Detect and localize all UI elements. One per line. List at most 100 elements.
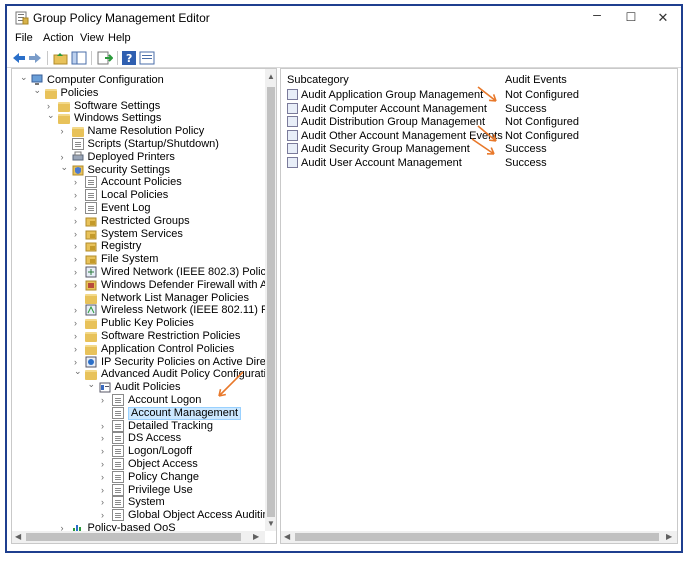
tree-item-label: Audit Policies xyxy=(114,381,181,394)
folder-icon xyxy=(71,127,84,138)
tree-item-label: Software Settings xyxy=(74,99,161,112)
details-horizontal-scrollbar[interactable]: ◀ ▶ xyxy=(281,531,677,543)
expand-chevron-icon[interactable]: › xyxy=(74,176,82,189)
gpme-window: Group Policy Management Editor – ☐ ✕ Fil… xyxy=(5,4,683,553)
expand-chevron-icon[interactable]: › xyxy=(101,445,109,458)
expand-chevron-icon[interactable]: › xyxy=(74,240,82,253)
doc-icon xyxy=(112,406,124,419)
scroll-right-icon[interactable]: ▶ xyxy=(253,532,259,542)
doc-icon xyxy=(112,458,124,470)
table-row[interactable]: Audit Distribution Group Management Not C… xyxy=(281,116,661,129)
table-row[interactable]: Audit Security Group Management Success xyxy=(281,143,661,156)
scroll-left-icon[interactable]: ◀ xyxy=(15,532,21,542)
expand-chevron-icon[interactable]: › xyxy=(74,279,82,292)
scroll-left-icon[interactable]: ◀ xyxy=(284,532,290,542)
tree-item-label: Advanced Audit Policy Configuration xyxy=(101,368,277,381)
minimize-button[interactable]: – xyxy=(585,6,609,22)
expand-chevron-icon[interactable]: › xyxy=(101,484,109,497)
audit-events-cell: Not Configured xyxy=(505,129,579,142)
audit-events-cell: Not Configured xyxy=(505,89,579,101)
console-tree[interactable]: ⌄ Computer Configuration ⌄ Policies › Softwar… xyxy=(11,68,277,544)
subcategory-cell: Audit Application Group Management xyxy=(301,89,484,101)
tree-item-label: Account Policies xyxy=(101,176,182,189)
table-row[interactable]: Audit Other Account Management Events Not… xyxy=(281,129,661,143)
title-bar[interactable]: Group Policy Management Editor – ☐ ✕ xyxy=(7,6,681,30)
folder-icon xyxy=(85,332,97,342)
expand-chevron-icon[interactable]: › xyxy=(101,458,109,471)
folder-icon xyxy=(85,293,97,304)
collapse-chevron-icon[interactable]: ⌄ xyxy=(61,161,69,174)
audit-policy-icon xyxy=(287,102,298,114)
table-row[interactable]: Audit Computer Account Management Success xyxy=(281,102,661,116)
tree-item-label: System Services xyxy=(101,227,183,240)
tree-vertical-scrollbar[interactable]: ▲ ▼ xyxy=(265,69,276,531)
tree-item-label: Policies xyxy=(60,86,99,99)
expand-chevron-icon[interactable]: › xyxy=(74,215,82,228)
collapse-chevron-icon[interactable]: ⌄ xyxy=(47,109,55,122)
tree-item-label: File System xyxy=(101,253,159,266)
tree-item-label: Windows Defender Firewall with Advanced … xyxy=(101,278,276,291)
toolbar: ? xyxy=(7,48,681,68)
maximize-button[interactable]: ☐ xyxy=(619,10,643,26)
details-pane[interactable]: Subcategory Audit Events Audit Applicati… xyxy=(280,68,678,544)
scroll-down-icon[interactable]: ▼ xyxy=(267,519,275,529)
expand-chevron-icon[interactable]: › xyxy=(74,228,82,241)
app-icon xyxy=(15,11,29,25)
tree-horizontal-scrollbar[interactable]: ◀ ▶ xyxy=(12,531,265,543)
ipsec-icon xyxy=(85,356,97,368)
table-row[interactable]: Audit Application Group Management Not Co… xyxy=(281,89,661,102)
tree-item-label: IP Security Policies on Active Directory… xyxy=(101,355,276,368)
table-row[interactable]: Audit User Account Management Success xyxy=(281,156,661,170)
menu-view[interactable]: View xyxy=(80,32,104,44)
forward-arrow-icon[interactable] xyxy=(27,50,43,66)
expand-chevron-icon[interactable]: › xyxy=(61,125,69,138)
collapse-chevron-icon[interactable]: ⌄ xyxy=(88,378,96,391)
expand-chevron-icon[interactable]: › xyxy=(101,432,109,445)
menu-file[interactable]: File xyxy=(15,32,33,44)
collapse-chevron-icon[interactable]: ⌄ xyxy=(34,84,42,97)
scroll-thumb[interactable] xyxy=(267,87,275,517)
show-hide-tree-icon[interactable] xyxy=(71,50,87,66)
scroll-thumb[interactable] xyxy=(295,533,659,541)
expand-chevron-icon[interactable]: › xyxy=(74,266,82,279)
back-arrow-icon[interactable] xyxy=(11,50,27,66)
doc-icon xyxy=(71,138,84,150)
properties-icon[interactable] xyxy=(139,50,155,66)
expand-chevron-icon[interactable]: › xyxy=(101,471,109,484)
tree-item-label: Security Settings xyxy=(87,163,171,176)
audit-events-cell: Not Configured xyxy=(505,116,579,128)
tree-item-label: Detailed Tracking xyxy=(128,419,213,432)
expand-chevron-icon[interactable]: › xyxy=(101,394,109,407)
collapse-chevron-icon[interactable]: ⌄ xyxy=(20,71,28,84)
close-button[interactable]: ✕ xyxy=(651,10,675,26)
expand-chevron-icon[interactable]: › xyxy=(74,317,82,330)
doc-icon xyxy=(112,445,124,458)
lockfolder-icon xyxy=(85,215,97,227)
menu-action[interactable]: Action xyxy=(43,32,74,44)
expand-chevron-icon[interactable]: › xyxy=(74,253,82,266)
up-folder-icon[interactable] xyxy=(53,50,69,66)
column-header-audit-events[interactable]: Audit Events xyxy=(505,74,567,86)
folder-icon xyxy=(85,319,97,330)
menu-help[interactable]: Help xyxy=(108,32,131,44)
tree-item-label: Deployed Printers xyxy=(87,150,175,163)
lockfolder-icon xyxy=(85,240,97,252)
network-icon xyxy=(85,266,97,278)
expand-chevron-icon[interactable]: › xyxy=(101,509,109,522)
expand-chevron-icon[interactable]: › xyxy=(74,202,82,215)
expand-chevron-icon[interactable]: › xyxy=(74,330,82,343)
expand-chevron-icon[interactable]: › xyxy=(74,189,82,202)
help-icon[interactable]: ? xyxy=(121,50,137,66)
expand-chevron-icon[interactable]: › xyxy=(101,420,109,433)
scroll-up-icon[interactable]: ▲ xyxy=(267,72,275,82)
export-list-icon[interactable] xyxy=(97,50,113,66)
collapse-chevron-icon[interactable]: ⌄ xyxy=(74,365,82,378)
tree-item-label: Software Restriction Policies xyxy=(101,330,241,342)
column-header-subcategory[interactable]: Subcategory xyxy=(287,74,349,86)
scroll-thumb[interactable] xyxy=(26,533,241,541)
expand-chevron-icon[interactable]: › xyxy=(74,304,82,317)
expand-chevron-icon[interactable]: › xyxy=(101,496,109,509)
expand-chevron-icon[interactable]: › xyxy=(74,343,82,356)
audit-policy-icon xyxy=(287,129,298,141)
scroll-right-icon[interactable]: ▶ xyxy=(666,532,672,542)
